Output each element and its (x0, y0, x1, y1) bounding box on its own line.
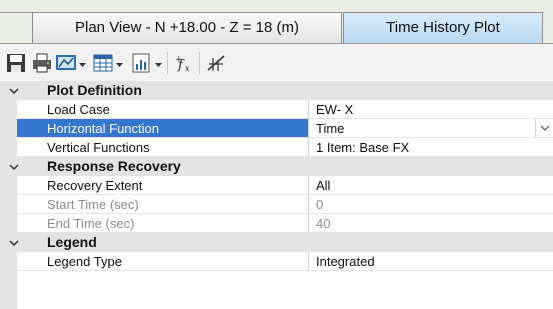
print-icon[interactable] (31, 52, 53, 74)
chevron-down-icon[interactable] (9, 87, 19, 95)
property-value: 40 (308, 214, 553, 233)
toolbar-separator (167, 52, 168, 74)
property-value-dropdown[interactable]: Time (308, 119, 553, 138)
property-name: Start Time (sec) (17, 195, 308, 214)
table-dropdown-icon[interactable] (116, 62, 123, 68)
property-row-vertical-functions[interactable]: Vertical Functions 1 Item: Base FX (0, 138, 553, 157)
property-row-start-time: Start Time (sec) 0 (0, 195, 553, 214)
display-dropdown-icon[interactable] (79, 62, 86, 68)
property-value[interactable]: All (308, 176, 553, 195)
property-name: Load Case (17, 100, 308, 119)
property-value[interactable]: 1 Item: Base FX (308, 138, 553, 157)
property-row-recovery-extent[interactable]: Recovery Extent All (0, 176, 553, 195)
property-value: 0 (308, 195, 553, 214)
display-icon[interactable] (55, 52, 77, 74)
property-name: Recovery Extent (17, 176, 308, 195)
property-name: Vertical Functions (17, 138, 308, 157)
property-row-load-case[interactable]: Load Case EW- X (0, 100, 553, 119)
function-icon[interactable]: + f x (173, 52, 195, 74)
property-value[interactable]: Integrated (308, 252, 553, 271)
property-name: End Time (sec) (17, 214, 308, 233)
dropdown-button[interactable] (535, 119, 553, 137)
time-history-window: Plan View - N +18.00 - Z = 18 (m) Time H… (0, 0, 553, 309)
property-value: Time (316, 121, 345, 136)
category-response-recovery[interactable]: Response Recovery (0, 157, 553, 176)
svg-text:x: x (185, 64, 190, 73)
category-label: Plot Definition (47, 82, 142, 98)
category-plot-definition[interactable]: Plot Definition (0, 81, 553, 100)
property-row-horizontal-function[interactable]: Horizontal Function Time (0, 119, 553, 138)
toolbar-separator (199, 52, 200, 74)
property-grid: Plot Definition Load Case EW- X Horizont… (0, 81, 553, 309)
category-label: Response Recovery (47, 158, 181, 174)
tab-bar-edge (0, 12, 32, 43)
save-icon[interactable] (5, 52, 27, 74)
property-name: Legend Type (17, 252, 308, 271)
property-row-legend-type[interactable]: Legend Type Integrated (0, 252, 553, 271)
property-value[interactable]: EW- X (308, 100, 553, 119)
plot-toolbar: + f x (0, 43, 553, 81)
chevron-down-icon[interactable] (9, 163, 19, 171)
tab-time-history-plot[interactable]: Time History Plot (343, 12, 543, 43)
property-name: Horizontal Function (17, 119, 308, 138)
chart-dropdown-icon[interactable] (155, 62, 162, 68)
property-row-end-time: End Time (sec) 40 (0, 214, 553, 233)
category-label: Legend (47, 234, 97, 250)
table-icon[interactable] (92, 52, 114, 74)
document-tab-bar: Plan View - N +18.00 - Z = 18 (m) Time H… (0, 0, 553, 43)
category-legend[interactable]: Legend (0, 233, 553, 252)
svg-text:f: f (177, 58, 185, 73)
chevron-down-icon[interactable] (9, 239, 19, 247)
chart-icon[interactable] (131, 52, 153, 74)
chevron-down-icon (540, 125, 550, 131)
axes-icon[interactable] (205, 52, 227, 74)
tab-plan-view[interactable]: Plan View - N +18.00 - Z = 18 (m) (32, 12, 342, 43)
